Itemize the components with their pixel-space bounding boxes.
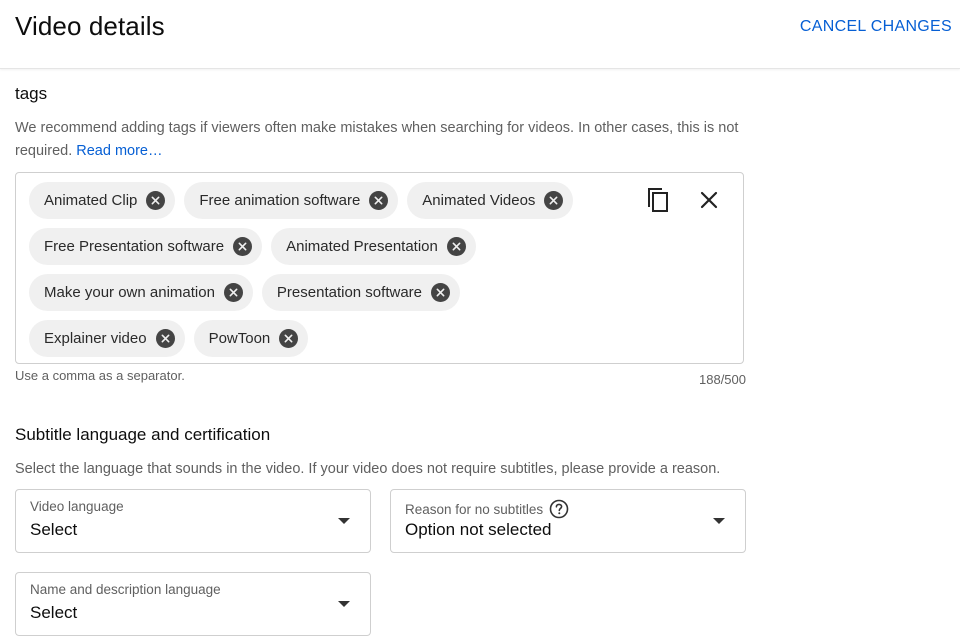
close-circle-icon[interactable] — [223, 283, 243, 302]
tag-chip-label: Explainer video — [44, 330, 147, 347]
tags-input-box[interactable]: Animated Clip Free animation software An… — [15, 172, 744, 364]
header: Video details CANCEL CHANGES — [0, 0, 960, 69]
tag-chip-label: Free Presentation software — [44, 238, 225, 255]
help-icon[interactable] — [549, 499, 569, 519]
close-circle-icon[interactable] — [431, 283, 450, 302]
tag-chip: Presentation software — [261, 274, 460, 311]
tag-chip: Free animation software — [184, 182, 399, 219]
close-circle-icon[interactable] — [279, 329, 299, 348]
tags-section-title: tags — [15, 84, 48, 103]
tag-chip: Animated Presentation — [271, 228, 476, 265]
name-language-label: Name and description language — [30, 582, 221, 597]
tag-chip-label: Make your own animation — [44, 284, 215, 301]
subtitle-description: Select the language that sounds in the v… — [15, 461, 721, 477]
tag-chip: Animated Clip — [29, 182, 176, 219]
close-circle-icon[interactable] — [155, 329, 175, 348]
close-circle-icon[interactable] — [233, 237, 253, 256]
tag-chip-list: Animated Clip Free animation software An… — [29, 182, 629, 366]
subtitle-section-title: Subtitle language and certification — [15, 425, 271, 444]
tag-chip-label: Animated Clip — [44, 192, 138, 209]
tag-chip: Explainer video — [29, 320, 185, 357]
caret-down-icon — [338, 601, 350, 607]
close-circle-icon[interactable] — [544, 191, 564, 210]
caret-down-icon — [713, 518, 725, 524]
tags-description: We recommend adding tags if viewers ofte… — [15, 117, 745, 163]
tag-chip-label: Animated Presentation — [286, 238, 438, 255]
tag-chip: PowToon — [193, 320, 309, 357]
close-icon[interactable] — [695, 186, 723, 214]
close-circle-icon[interactable] — [146, 191, 166, 210]
tag-chip: Make your own animation — [29, 274, 253, 311]
close-circle-icon[interactable] — [446, 237, 466, 256]
video-language-label: Video language — [30, 499, 124, 514]
tag-chip-label: Free animation software — [199, 192, 361, 209]
tag-chip-label: Presentation software — [276, 284, 422, 301]
video-language-select[interactable]: Video language Select — [15, 489, 371, 553]
tags-counter: 188/500 — [699, 372, 746, 387]
reason-no-subtitles-select[interactable]: Reason for no subtitles Option not selec… — [390, 489, 746, 553]
tag-chip-label: PowToon — [208, 330, 271, 347]
copy-icon[interactable] — [644, 186, 672, 214]
cancel-changes-button[interactable]: CANCEL CHANGES — [800, 14, 952, 40]
reason-label: Reason for no subtitles — [405, 501, 544, 517]
tag-chip-label: Animated Videos — [422, 192, 536, 209]
video-language-value: Select — [30, 520, 78, 539]
tag-chip: Animated Videos — [407, 182, 574, 219]
caret-down-icon — [338, 518, 350, 524]
close-circle-icon[interactable] — [369, 191, 389, 210]
page-title: Video details — [15, 11, 165, 41]
name-language-value: Select — [30, 603, 78, 622]
reason-label-row: Reason for no subtitles — [405, 499, 569, 519]
reason-value: Option not selected — [405, 520, 552, 539]
tags-hint: Use a comma as a separator. — [15, 368, 185, 383]
name-description-language-select[interactable]: Name and description language Select — [15, 572, 371, 636]
read-more-link[interactable]: Read more… — [76, 143, 162, 159]
tag-chip: Free Presentation software — [29, 228, 263, 265]
